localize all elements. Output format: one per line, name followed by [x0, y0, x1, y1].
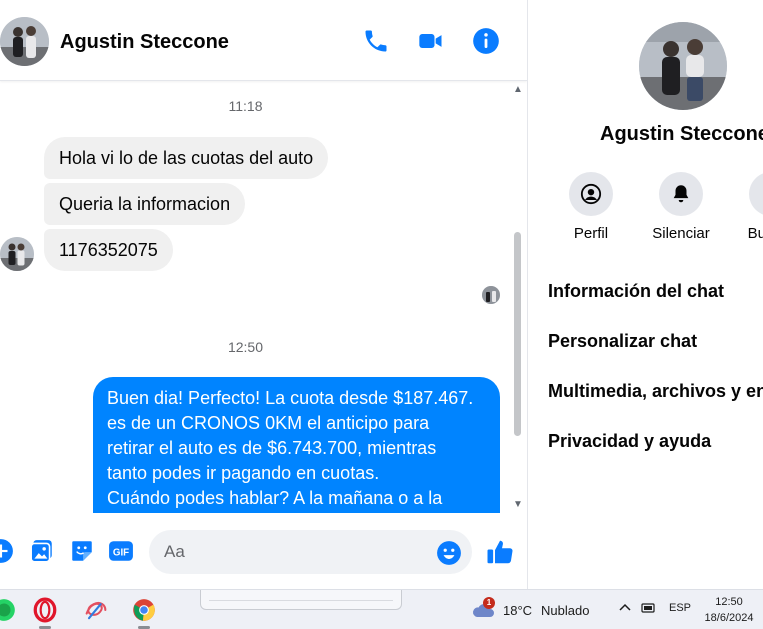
cloud-icon: 1: [470, 597, 496, 620]
chevron-up-icon[interactable]: [618, 600, 632, 614]
profile-icon: [569, 172, 613, 216]
clock-time: 12:50: [715, 596, 743, 608]
privacy-support-section[interactable]: Privacidad y ayuda: [548, 431, 711, 452]
message-input-container[interactable]: [149, 530, 472, 574]
message-line: Cuándo podes hablar? A la mañana o a la: [107, 488, 443, 508]
search-icon: [749, 172, 763, 216]
message-scrollbar[interactable]: ▲ ▼: [511, 82, 525, 513]
gif-icon[interactable]: GIF: [108, 538, 134, 564]
mute-action-label: Silenciar: [652, 225, 710, 242]
weather-temperature: 18°C: [503, 602, 533, 618]
message-line: Buen dia! Perfecto! La cuota desde $187.…: [107, 388, 474, 408]
customize-chat-section[interactable]: Personalizar chat: [548, 331, 697, 352]
network-icon[interactable]: [640, 601, 656, 615]
sticker-icon[interactable]: [69, 538, 95, 564]
scroll-down-arrow-icon[interactable]: ▼: [512, 499, 524, 511]
profile-action-button[interactable]: Perfil: [551, 172, 631, 242]
message-input[interactable]: [164, 541, 424, 563]
messenger-window: Agustin Steccone 11:18 Hola vi lo de las…: [0, 0, 763, 629]
message-composer: GIF: [0, 513, 527, 589]
image-icon[interactable]: [29, 538, 55, 564]
scrollbar-thumb[interactable]: [514, 232, 521, 436]
chat-pane: Agustin Steccone 11:18 Hola vi lo de las…: [0, 0, 527, 589]
chat-info-section[interactable]: Información del chat: [548, 281, 724, 302]
taskbar-search-box[interactable]: [200, 590, 402, 610]
timestamp: 11:18: [228, 98, 263, 114]
video-call-icon[interactable]: [417, 27, 445, 55]
conversation-info-panel: Agustin Steccone Perfil Silenciar Buscar…: [528, 0, 763, 589]
info-icon[interactable]: [472, 27, 500, 55]
phone-icon[interactable]: [362, 27, 390, 55]
chrome-icon[interactable]: [128, 594, 160, 629]
incoming-message[interactable]: Hola vi lo de las cuotas del auto: [44, 137, 329, 179]
weather-description: Nublado: [541, 602, 590, 618]
chat-header: Agustin Steccone: [0, 0, 527, 81]
seen-receipt-avatar: [482, 286, 500, 304]
outgoing-message[interactable]: Buen dia! Perfecto! La cuota desde $187.…: [93, 377, 500, 513]
green-app-icon[interactable]: [0, 594, 20, 626]
message-line: es de un CRONOS 0KM el anticipo para: [107, 413, 430, 433]
search-action-button[interactable]: Buscar: [731, 172, 763, 242]
message-list[interactable]: 11:18 Hola vi lo de las cuotas del auto …: [0, 82, 527, 513]
opera-icon[interactable]: [29, 594, 61, 629]
language-indicator[interactable]: ESP: [669, 602, 691, 614]
message-line: retirar el auto es de $6.743.700, mientr…: [107, 438, 437, 458]
incoming-message[interactable]: Queria la informacion: [44, 183, 246, 225]
profile-action-label: Perfil: [573, 225, 609, 242]
contact-profile-photo[interactable]: [639, 22, 727, 110]
media-files-section[interactable]: Multimedia, archivos y enlaces: [548, 381, 763, 402]
weather-widget[interactable]: 1 18°C Nublado: [470, 597, 590, 622]
system-clock[interactable]: 12:50 18/6/2024: [700, 594, 758, 626]
contact-avatar[interactable]: [0, 17, 49, 66]
sender-avatar: [0, 237, 34, 271]
clock-date: 18/6/2024: [704, 612, 754, 624]
info-contact-name: Agustin Steccone: [600, 123, 763, 145]
sketch-app-icon[interactable]: [80, 594, 112, 626]
gif-label: GIF: [113, 547, 129, 558]
message-line: tanto podes ir pagando en cuotas.: [107, 463, 380, 483]
mute-action-button[interactable]: Silenciar: [641, 172, 721, 242]
like-thumbs-up-icon[interactable]: [485, 537, 515, 567]
scroll-up-arrow-icon[interactable]: ▲: [512, 84, 524, 96]
windows-taskbar: 1 18°C Nublado ESP 12:50 18/6/2024: [0, 589, 763, 629]
search-action-label: Buscar: [747, 225, 763, 242]
bell-icon: [659, 172, 703, 216]
notification-badge: 1: [483, 597, 495, 609]
emoji-icon[interactable]: [436, 540, 462, 566]
timestamp: 12:50: [227, 339, 264, 355]
incoming-message[interactable]: 1176352075: [44, 229, 173, 271]
plus-icon[interactable]: [0, 538, 14, 564]
contact-name[interactable]: Agustin Steccone: [60, 31, 229, 54]
